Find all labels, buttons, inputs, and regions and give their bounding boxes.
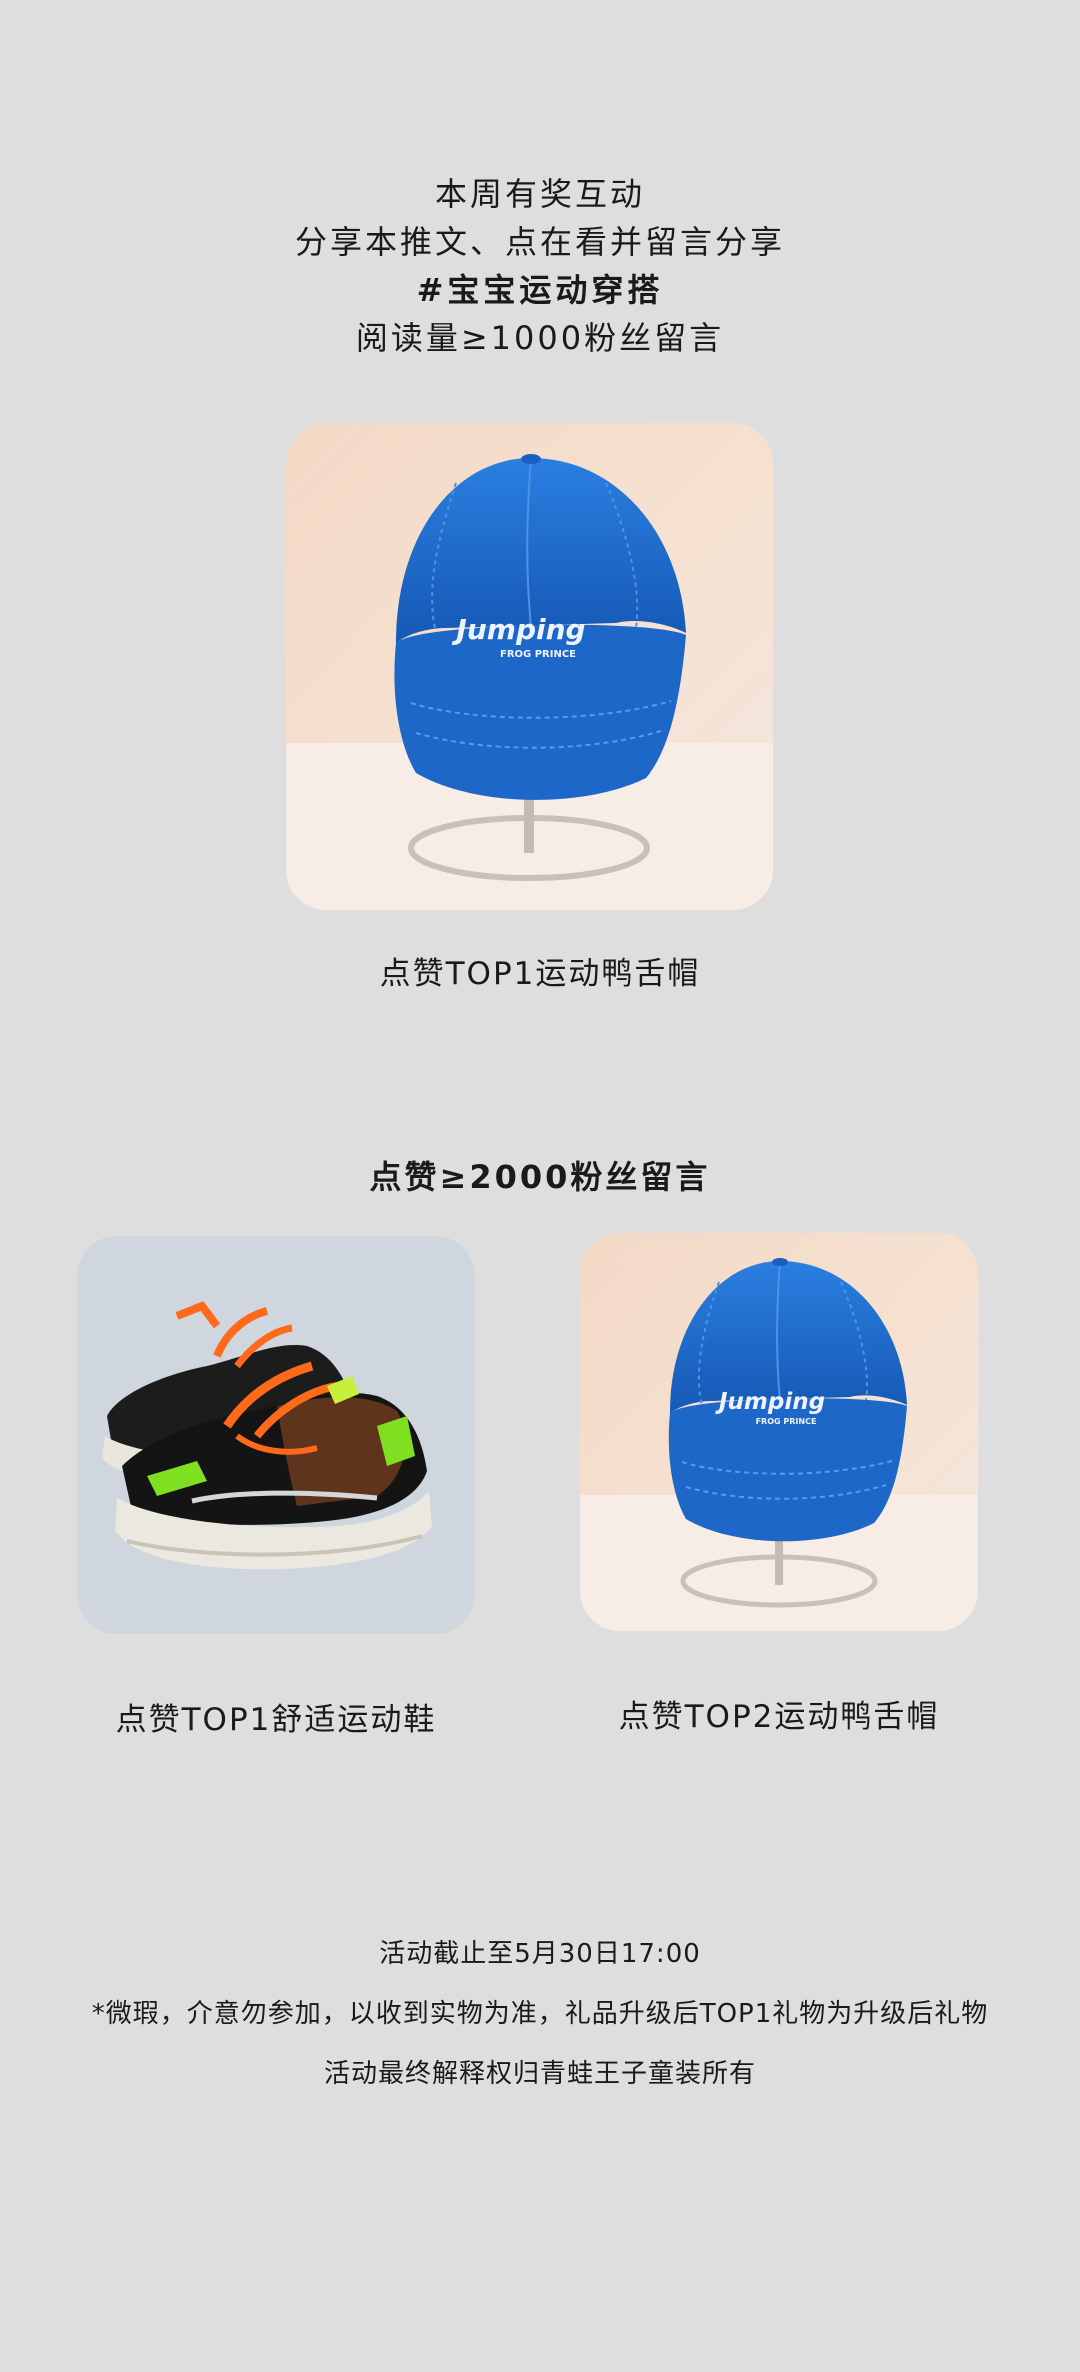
cap-photo-bottom: Jumping FROG PRINCE	[580, 1233, 978, 1631]
tier2-left-caption: 点赞TOP1舒适运动鞋	[115, 1702, 437, 1738]
hashtag-topic[interactable]: #宝宝运动穿搭	[0, 266, 1080, 314]
tier2-title: 点赞≥2000粉丝留言	[369, 1158, 711, 1196]
deadline-text: 活动截止至5月30日17:00	[379, 1939, 701, 1969]
shoe-photo	[77, 1236, 475, 1634]
tier2-right-caption: 点赞TOP2运动鸭舌帽	[618, 1699, 940, 1735]
rights-text: 活动最终解释权归青蛙王子童装所有	[323, 2059, 756, 2089]
cap-sub-text-2: FROG PRINCE	[756, 1417, 817, 1426]
intro-line-1: 本周有奖互动	[434, 175, 645, 213]
cap-sub-text: FROG PRINCE	[500, 649, 576, 660]
disclaimer-text: *微瑕，介意勿参加，以收到实物为准，礼品升级后TOP1礼物为升级后礼物	[91, 1999, 989, 2029]
tier1-prize-caption: 点赞TOP1运动鸭舌帽	[379, 956, 701, 992]
intro-line-2: 分享本推文、点在看并留言分享	[294, 223, 785, 261]
cap-brand-text: Jumping	[451, 613, 585, 646]
intro-line-4: 阅读量≥1000粉丝留言	[355, 319, 725, 357]
cap-brand-text-2: Jumping	[715, 1389, 825, 1415]
cap-photo-top: Jumping FROG PRINCE	[286, 423, 773, 910]
